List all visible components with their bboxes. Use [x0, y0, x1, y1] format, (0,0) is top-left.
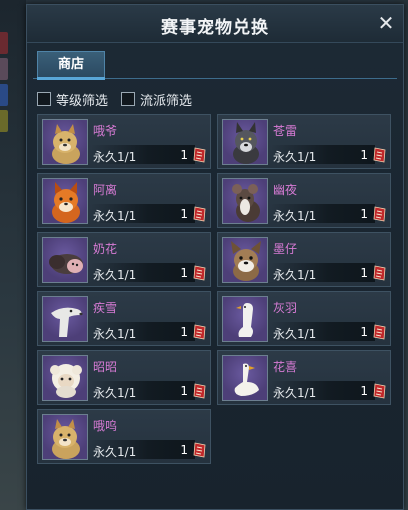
cost-quantity: 1	[180, 266, 188, 280]
pet-name: 阿离	[93, 183, 118, 197]
pet-card[interactable]: 灰羽永久1/1 1	[217, 291, 391, 346]
level-filter-checkbox[interactable]	[37, 92, 51, 106]
exchange-token-icon	[372, 206, 387, 222]
shiba-dog-icon	[42, 119, 88, 165]
pet-name: 哦呜	[93, 419, 118, 433]
pet-card[interactable]: 昭昭永久1/1 1	[37, 350, 211, 405]
cost-quantity: 1	[180, 325, 188, 339]
cost-quantity: 1	[360, 148, 368, 162]
tab-shop[interactable]: 商店	[37, 51, 105, 79]
pet-duration: 永久1/1	[273, 268, 317, 282]
pet-card[interactable]: 奶花永久1/1 1	[37, 232, 211, 287]
school-filter-label: 流派筛选	[140, 94, 193, 109]
sheep-icon	[42, 355, 88, 401]
level-filter-label: 等级筛选	[56, 94, 109, 109]
pet-name: 墨仔	[273, 242, 298, 256]
pet-duration: 永久1/1	[273, 150, 317, 164]
exchange-token-icon	[372, 147, 387, 163]
piglet-icon	[42, 237, 88, 283]
exchange-token-icon	[192, 147, 207, 163]
pet-name: 奶花	[93, 242, 118, 256]
exchange-token-icon	[192, 383, 207, 399]
pet-name: 哦爷	[93, 124, 118, 138]
pet-card[interactable]: 疾雪永久1/1 1	[37, 291, 211, 346]
pet-name: 花喜	[273, 360, 298, 374]
pet-duration: 永久1/1	[93, 268, 137, 282]
pet-grid: 哦爷 永久1/1 1 苍雷 永久1/1 1 阿离 永久1/1 1 幽夜 永久1/1 1 奶花 永久1/1 1…	[37, 114, 397, 474]
title-bar: 赛事宠物兑换 ✕	[27, 5, 403, 43]
pet-exchange-window: 赛事宠物兑换 ✕ 商店 等级筛选 流派筛选 哦爷 永久1/1 1 苍雷 永久1/1 1 阿离…	[26, 4, 404, 510]
pet-card[interactable]: 哦爷永久1/1 1	[37, 114, 211, 169]
background-left-edge	[0, 0, 26, 510]
pet-duration: 永久1/1	[273, 386, 317, 400]
pet-duration: 永久1/1	[93, 445, 137, 459]
mouse-icon	[222, 178, 268, 224]
window-title: 赛事宠物兑换	[161, 18, 269, 38]
exchange-token-icon	[192, 265, 207, 281]
pet-duration: 永久1/1	[93, 327, 137, 341]
cost-quantity: 1	[360, 266, 368, 280]
pet-duration: 永久1/1	[93, 209, 137, 223]
gray-wolf-icon	[222, 119, 268, 165]
pet-name: 昭昭	[93, 360, 118, 374]
cost-quantity: 1	[360, 384, 368, 398]
exchange-token-icon	[192, 442, 207, 458]
school-filter[interactable]: 流派筛选	[121, 89, 203, 109]
cost-quantity: 1	[180, 443, 188, 457]
pet-card[interactable]: 墨仔永久1/1 1	[217, 232, 391, 287]
pet-name: 疾雪	[93, 301, 118, 315]
cost-quantity: 1	[180, 207, 188, 221]
background-side-tabs	[0, 32, 8, 136]
pet-name: 幽夜	[273, 183, 298, 197]
school-filter-checkbox[interactable]	[121, 92, 135, 106]
swan-icon	[222, 355, 268, 401]
white-goose-icon	[222, 296, 268, 342]
exchange-token-icon	[372, 324, 387, 340]
grid-scrollbar[interactable]	[397, 114, 401, 484]
pet-name: 苍雷	[273, 124, 298, 138]
pet-duration: 永久1/1	[273, 209, 317, 223]
white-hound-icon	[42, 296, 88, 342]
pet-name: 灰羽	[273, 301, 298, 315]
pet-duration: 永久1/1	[93, 386, 137, 400]
pet-card[interactable]: 苍雷永久1/1 1	[217, 114, 391, 169]
cost-quantity: 1	[180, 384, 188, 398]
exchange-token-icon	[372, 383, 387, 399]
cost-quantity: 1	[180, 148, 188, 162]
close-button[interactable]: ✕	[375, 12, 397, 34]
shiba-dog-icon	[42, 414, 88, 460]
fox-icon	[42, 178, 88, 224]
cost-quantity: 1	[360, 325, 368, 339]
level-filter[interactable]: 等级筛选	[37, 89, 119, 109]
exchange-token-icon	[372, 265, 387, 281]
exchange-token-icon	[192, 206, 207, 222]
pet-card[interactable]: 幽夜永久1/1 1	[217, 173, 391, 228]
cost-quantity: 1	[360, 207, 368, 221]
tab-bar: 商店	[33, 51, 397, 80]
pet-card[interactable]: 哦呜永久1/1 1	[37, 409, 211, 464]
pet-card[interactable]: 阿离永久1/1 1	[37, 173, 211, 228]
puppy-icon	[222, 237, 268, 283]
pet-card[interactable]: 花喜永久1/1 1	[217, 350, 391, 405]
pet-duration: 永久1/1	[93, 150, 137, 164]
tab-active-indicator	[37, 77, 105, 80]
exchange-token-icon	[192, 324, 207, 340]
pet-duration: 永久1/1	[273, 327, 317, 341]
